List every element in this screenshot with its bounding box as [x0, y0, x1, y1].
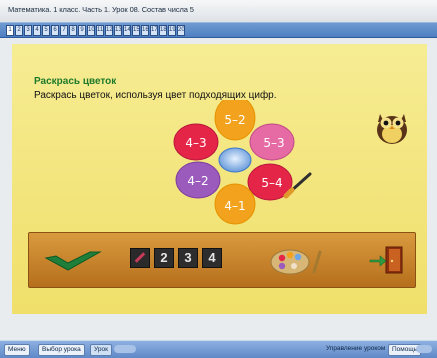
slide-cell[interactable]: 4 [33, 25, 41, 36]
slide-cell[interactable]: 5 [42, 25, 50, 36]
slide-cell[interactable]: 16 [141, 25, 149, 36]
window-titlebar: Математика. 1 класс. Часть 1. Урок 08. С… [0, 0, 437, 23]
petal-top-label: 5–2 [224, 113, 245, 127]
taskbar-arrow-back[interactable] [114, 345, 136, 353]
slide-cell[interactable]: 2 [15, 25, 23, 36]
flower-center [218, 147, 252, 173]
petal-lower-left-label: 4–2 [187, 174, 208, 188]
slide-cell[interactable]: 10 [87, 25, 95, 36]
petal-bottom-label: 4–1 [224, 199, 245, 213]
digit-palette: 2 3 4 [130, 248, 222, 268]
slide-cell[interactable]: 6 [51, 25, 59, 36]
slide-cell[interactable]: 1 [6, 25, 14, 36]
slide-cell[interactable]: 9 [78, 25, 86, 36]
slide-cell[interactable]: 19 [168, 25, 176, 36]
slide-cell[interactable]: 11 [96, 25, 104, 36]
digit-2-button[interactable]: 2 [154, 248, 174, 268]
petal-upper-left-label: 4–3 [185, 136, 206, 150]
slide-cell[interactable]: 13 [114, 25, 122, 36]
owl-icon [377, 114, 407, 144]
slide-cell[interactable]: 8 [69, 25, 77, 36]
slide-cell[interactable]: 14 [123, 25, 131, 36]
palette-icon[interactable] [268, 244, 328, 276]
slide-cell[interactable]: 3 [24, 25, 32, 36]
menu-button[interactable]: Меню [4, 344, 30, 356]
check-icon[interactable] [44, 250, 102, 272]
petal-lower-right-label: 5–4 [261, 176, 282, 190]
digit-4-button[interactable]: 4 [202, 248, 222, 268]
exit-door-icon[interactable] [368, 244, 408, 276]
petal-upper-right-label: 5–3 [263, 136, 284, 150]
digit-3-button[interactable]: 3 [178, 248, 198, 268]
manage-lesson-label: Управление уроком [326, 345, 386, 352]
pencil-icon[interactable] [130, 248, 150, 268]
flower-figure: 5–2 5–3 5–4 4–1 4–2 4–3 [173, 100, 312, 225]
taskbar-arrow-forward[interactable] [416, 345, 432, 353]
slide-cell[interactable]: 7 [60, 25, 68, 36]
slide-cell[interactable]: 15 [132, 25, 140, 36]
window-title: Математика. 1 класс. Часть 1. Урок 08. С… [8, 5, 194, 14]
lesson-button[interactable]: Урок [90, 344, 112, 356]
bottom-taskbar: Меню Выбор урока Урок Управление уроком … [0, 340, 437, 358]
lesson-slide-navigator: 1 2 3 4 5 6 7 8 9 10 11 12 13 14 15 16 17 18 19 20 [0, 22, 437, 38]
slide-cell[interactable]: 12 [105, 25, 113, 36]
choose-lesson-button[interactable]: Выбор урока [38, 344, 85, 356]
slide-cells: 1 2 3 4 5 6 7 8 9 10 11 12 13 14 15 16 17 18 19 20 [6, 25, 185, 36]
slide-cell[interactable]: 20 [177, 25, 185, 36]
slide-cell[interactable]: 18 [159, 25, 167, 36]
task-heading: Раскрась цветок [34, 76, 117, 87]
slide-cell[interactable]: 17 [150, 25, 158, 36]
